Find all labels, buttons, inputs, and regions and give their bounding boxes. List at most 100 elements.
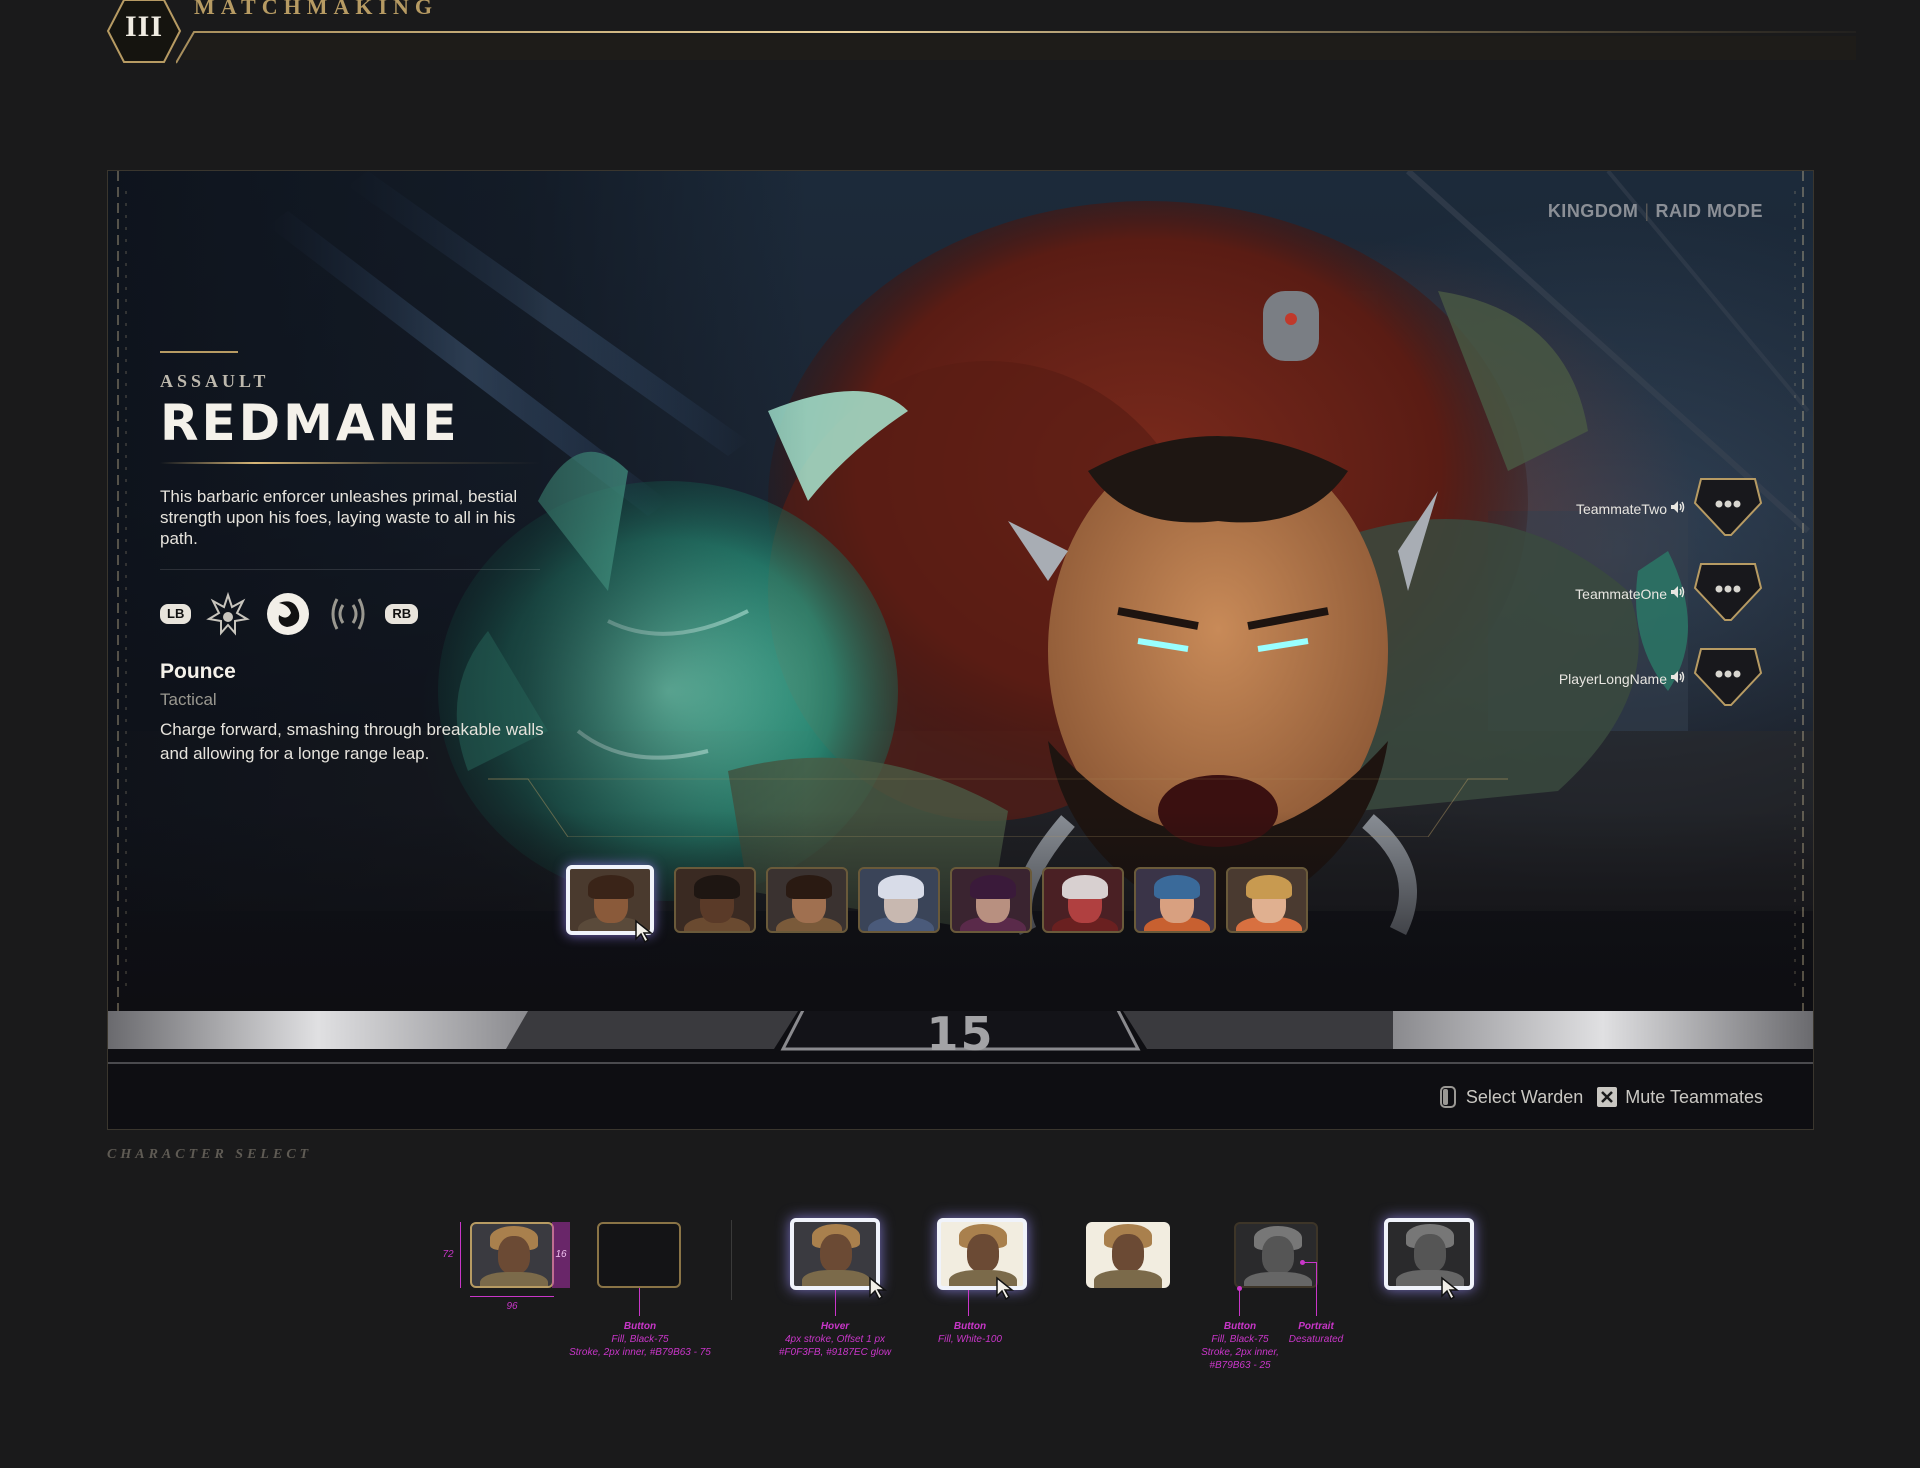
warden-roster xyxy=(566,865,1308,943)
divider xyxy=(160,569,540,570)
team-list: TeammateTwo TeammateOne PlayerLongName xyxy=(1503,473,1763,728)
badge-number: III xyxy=(124,10,164,43)
speaker-icon[interactable] xyxy=(1669,669,1685,685)
note-title: Button xyxy=(623,1321,657,1332)
warden-portrait[interactable] xyxy=(674,867,756,933)
dimension-line xyxy=(460,1222,461,1288)
spec-desaturated-button xyxy=(1234,1222,1318,1288)
spec-dimension-tile xyxy=(470,1222,554,1288)
countdown-timer: 15 xyxy=(926,1007,995,1061)
dim-inner-label: 16 xyxy=(555,1249,567,1260)
note-line: Stroke, 2px inner, #B79B63 - 75 xyxy=(569,1347,711,1358)
hero-name: REDMANE xyxy=(160,394,460,452)
team-member-2[interactable]: TeammateTwo xyxy=(1503,473,1763,558)
cursor-icon xyxy=(869,1276,888,1300)
mode-raid: RAID MODE xyxy=(1655,201,1763,221)
right-frame-rail xyxy=(1794,171,1804,1011)
team-member-1[interactable]: TeammateOne xyxy=(1503,558,1763,643)
team-member-self[interactable]: PlayerLongName xyxy=(1503,643,1763,728)
annotation-leader xyxy=(1239,1288,1240,1316)
note-line: #B79B63 - 25 xyxy=(1209,1360,1271,1371)
ability-type: Tactical xyxy=(160,690,217,709)
spec-white-button xyxy=(1086,1222,1170,1288)
prompt-label: Select Warden xyxy=(1465,1086,1584,1107)
spiked-crest-icon[interactable] xyxy=(205,591,251,637)
note-line: Fill, Black-75 xyxy=(611,1334,669,1345)
teammate-more-button[interactable] xyxy=(1693,558,1763,624)
cursor-icon xyxy=(996,1276,1015,1300)
annotation-portrait: Portrait Desaturated xyxy=(1276,1320,1356,1346)
annotation-button-fill: Button Fill, Black-75 Stroke, 2px inner,… xyxy=(540,1320,740,1359)
mute-teammates-prompt[interactable]: Mute Teammates xyxy=(1597,1087,1763,1108)
note-line: Stroke, 2px inner, xyxy=(1201,1347,1279,1358)
lb-button[interactable]: LB xyxy=(160,604,192,624)
controller-trigger-icon xyxy=(1439,1086,1456,1108)
note-line: Desaturated xyxy=(1288,1334,1344,1345)
portrait-hair xyxy=(878,875,924,899)
spec-desaturated-hover-button xyxy=(1384,1218,1474,1290)
note-title: Button xyxy=(1223,1321,1257,1332)
prompt-label: Mute Teammates xyxy=(1625,1086,1763,1107)
annotation-leader xyxy=(639,1288,640,1316)
claw-swirl-icon[interactable] xyxy=(265,591,311,637)
header-divider xyxy=(176,31,1856,64)
hero-description: This barbaric enforcer unleashes primal,… xyxy=(160,487,518,548)
annotation-leader xyxy=(1302,1262,1316,1263)
speaker-icon[interactable] xyxy=(1669,584,1685,600)
note-line: #F0F3FB, #9187EC glow xyxy=(778,1347,892,1358)
game-mode-label: KINGDOM | RAID MODE xyxy=(1547,201,1763,221)
teammate-name: TeammateOne xyxy=(1575,586,1667,602)
annotation-leader xyxy=(968,1290,969,1316)
warden-portrait[interactable] xyxy=(950,867,1032,933)
speaker-icon[interactable] xyxy=(1669,499,1685,515)
note-title: Button xyxy=(953,1321,987,1332)
portrait-hair xyxy=(786,875,832,899)
roar-icon[interactable] xyxy=(325,591,371,637)
warden-portrait[interactable] xyxy=(858,867,940,933)
note-title: Portrait xyxy=(1298,1321,1334,1332)
button-state-specs: 72 96 16 Button Fill, Black-75 Stroke, 2… xyxy=(0,1190,1920,1450)
control-prompts: Select Warden Mute Teammates xyxy=(1438,1086,1763,1108)
separator xyxy=(731,1220,732,1300)
hero-info-panel: ASSAULT REDMANE This barbaric enforcer u… xyxy=(160,351,560,766)
section-label: CHARACTER SELECT xyxy=(107,1147,313,1162)
player-more-button[interactable] xyxy=(1693,643,1763,709)
spec-hover-button xyxy=(790,1218,880,1290)
page-title: MATCHMAKING xyxy=(194,0,439,19)
left-frame-rail xyxy=(117,171,127,1011)
badge-number-wrap: III xyxy=(104,0,184,66)
rb-button[interactable]: RB xyxy=(385,604,419,624)
gold-divider xyxy=(160,462,540,464)
note-line: Fill, Black-75 xyxy=(1211,1334,1269,1345)
warden-portrait[interactable] xyxy=(1042,867,1124,933)
mode-kingdom: KINGDOM xyxy=(1547,201,1639,221)
portrait-hair xyxy=(970,875,1016,899)
annotation-leader xyxy=(835,1290,836,1316)
note-line: 4px stroke, Offset 1 px xyxy=(784,1334,886,1345)
ability-selector: LB RB xyxy=(160,590,560,638)
character-select-screen: KINGDOM | RAID MODE ASSAULT REDMANE This b… xyxy=(107,170,1814,1130)
ability-name: Pounce xyxy=(160,660,236,683)
teammate-more-button[interactable] xyxy=(1693,473,1763,539)
annotation-leader xyxy=(1316,1262,1317,1316)
teammate-name: TeammateTwo xyxy=(1575,501,1667,517)
hero-class: ASSAULT xyxy=(160,371,270,391)
dim-width-label: 96 xyxy=(506,1301,518,1312)
portrait-hair xyxy=(1154,875,1200,899)
warden-portrait[interactable] xyxy=(1226,867,1308,933)
cursor-icon xyxy=(635,919,654,943)
warden-portrait[interactable] xyxy=(1134,867,1216,933)
dimension-line xyxy=(470,1296,554,1297)
player-name: PlayerLongName xyxy=(1558,671,1667,687)
select-warden-prompt[interactable]: Select Warden xyxy=(1438,1086,1583,1108)
roster-tray xyxy=(488,778,1508,837)
page-header: III MATCHMAKING xyxy=(0,0,1920,70)
portrait-hair xyxy=(588,875,634,899)
dim-height-label: 72 xyxy=(442,1249,454,1260)
warden-portrait[interactable] xyxy=(766,867,848,933)
x-button-icon xyxy=(1597,1087,1618,1107)
accent-rule xyxy=(160,351,238,353)
annotation-white-fill: Button Fill, White-100 xyxy=(900,1320,1040,1346)
portrait-hair xyxy=(1062,875,1108,899)
portrait-hair xyxy=(694,875,740,899)
